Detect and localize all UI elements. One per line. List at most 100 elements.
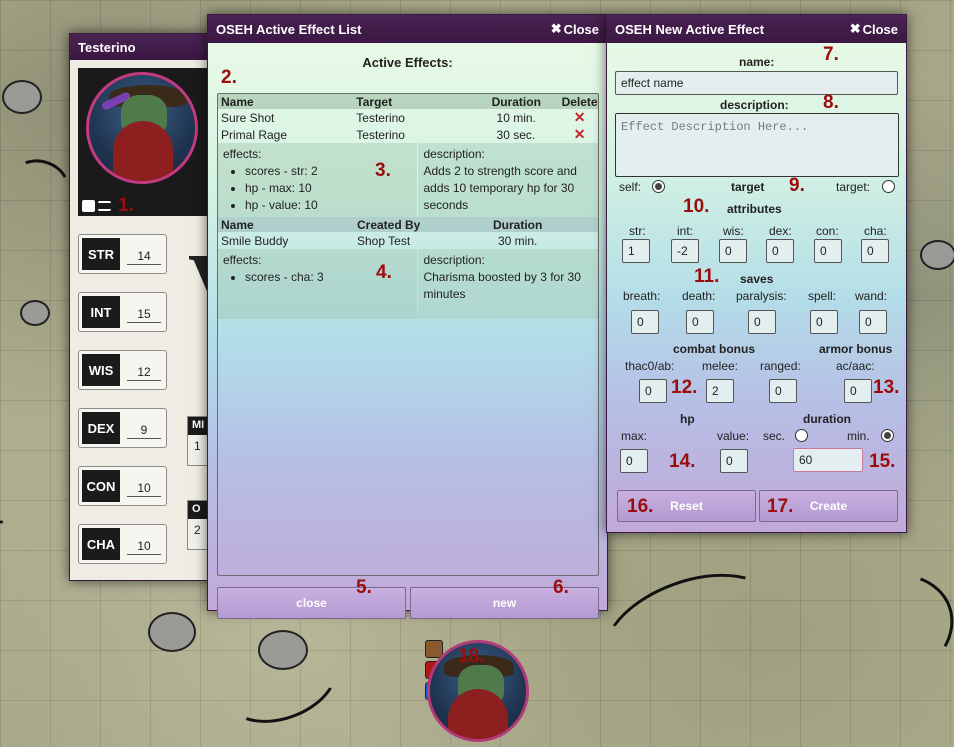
annotation-16: 16. — [627, 496, 654, 517]
annotation-13: 13. — [873, 377, 900, 398]
new-button[interactable]: new — [410, 587, 599, 619]
sheet-header[interactable]: Testerino — [70, 34, 218, 60]
delete-x-icon[interactable]: ✕ — [561, 109, 598, 126]
stat-value[interactable]: 10 — [127, 533, 161, 555]
close-label: Close — [862, 21, 898, 37]
name-input[interactable]: effect name — [615, 71, 898, 95]
hp-heading: hp — [680, 412, 695, 426]
save-breath-input[interactable]: 0 — [631, 310, 659, 334]
list-window-header[interactable]: OSEH Active Effect List ✖ Close — [208, 15, 607, 43]
stat-value[interactable]: 9 — [127, 417, 161, 439]
attr-cha-input[interactable]: 0 — [861, 239, 889, 263]
effect-target: Testerino — [356, 127, 405, 142]
sec-radio[interactable] — [795, 429, 808, 442]
attr-label: wis: — [723, 224, 744, 238]
self-radio[interactable] — [652, 180, 665, 193]
annotation-14: 14. — [669, 451, 696, 472]
stat-dex: DEX 9 — [78, 408, 167, 448]
stat-wis: WIS 12 — [78, 350, 167, 390]
close-label: Close — [563, 21, 599, 37]
list-window-title: OSEH Active Effect List — [216, 21, 362, 37]
target-radio[interactable] — [882, 180, 895, 193]
list-window-close[interactable]: ✖ Close — [551, 21, 599, 37]
annotation-10: 10. — [683, 196, 710, 217]
combat-label: thac0/ab: — [625, 359, 675, 373]
close-icon: ✖ — [849, 21, 861, 36]
effect-description: description: Charisma boosted by 3 for 3… — [418, 249, 598, 319]
sec-label: sec. — [763, 429, 786, 443]
description-label: description: — [423, 253, 485, 267]
attr-dex-input[interactable]: 0 — [766, 239, 794, 263]
table-row[interactable]: Sure Shot Testerino 10 min. ✕ — [218, 109, 598, 126]
effect-target: Testerino — [356, 110, 405, 125]
annotation-3: 3. — [375, 160, 391, 181]
effect-duration: 30 sec. — [496, 127, 536, 142]
attr-str-input[interactable]: 1 — [622, 239, 650, 263]
annotation-15: 15. — [869, 451, 896, 472]
stat-value[interactable]: 12 — [127, 359, 161, 381]
min-radio[interactable] — [881, 429, 894, 442]
new-window-close[interactable]: ✖ Close — [850, 21, 898, 37]
attr-wis-input[interactable]: 0 — [719, 239, 747, 263]
effect-effects: effects: scores - cha: 3 — [218, 249, 418, 319]
stat-value[interactable]: 14 — [127, 243, 161, 265]
table-row[interactable]: Smile Buddy Shop Test 30 min. — [218, 232, 598, 249]
stat-label: WIS — [82, 354, 120, 386]
annotation-1: 1. — [118, 195, 134, 216]
table-row[interactable]: Primal Rage Testerino 30 sec. ✕ — [218, 126, 598, 143]
annotation-11: 11. — [694, 266, 720, 287]
stat-value[interactable]: 10 — [127, 475, 161, 497]
annotation-4: 4. — [376, 262, 392, 283]
description-text: Adds 2 to strength score and adds 10 tem… — [423, 164, 577, 212]
min-label: min. — [847, 429, 870, 443]
active-table-header: Name Target Duration Delete — [218, 94, 598, 109]
col-duration: Duration — [493, 217, 543, 232]
ranged-input[interactable]: 0 — [769, 379, 797, 403]
list-icon[interactable] — [98, 201, 111, 211]
active-effects-heading: Active Effects: — [362, 55, 453, 70]
saves-heading: saves — [740, 272, 774, 286]
annotation-17: 17. — [767, 496, 794, 517]
col-created-by: Created By — [357, 217, 421, 232]
hp-value-input[interactable]: 0 — [720, 449, 748, 473]
description-textarea[interactable]: Effect Description Here... — [615, 113, 899, 177]
hp-max-input[interactable]: 0 — [620, 449, 648, 473]
effect-item: hp - max: 10 — [245, 180, 412, 197]
new-window-header[interactable]: OSEH New Active Effect ✖ Close — [607, 15, 906, 43]
save-death-input[interactable]: 0 — [686, 310, 714, 334]
thac0-input[interactable]: 0 — [639, 379, 667, 403]
map-rock — [148, 612, 196, 652]
annotation-8: 8. — [823, 92, 839, 113]
duration-input[interactable]: 60 — [793, 448, 863, 472]
active-effect-list-window: OSEH Active Effect List ✖ Close Active E… — [207, 14, 608, 619]
target-heading: target — [731, 180, 765, 194]
target-label: target: — [836, 180, 871, 194]
armor-label: ac/aac: — [836, 359, 875, 373]
attr-int-input[interactable]: -2 — [671, 239, 699, 263]
col-name: Name — [221, 217, 254, 232]
attr-con-input[interactable]: 0 — [814, 239, 842, 263]
col-duration: Duration — [491, 94, 541, 109]
effects-table: Name Target Duration Delete Sure Shot Te… — [217, 93, 599, 576]
close-button[interactable]: close — [217, 587, 406, 619]
save-spell-input[interactable]: 0 — [810, 310, 838, 334]
annotation-9: 9. — [789, 175, 805, 196]
effect-item: hp - value: 10 — [245, 197, 412, 214]
stat-value[interactable]: 15 — [127, 301, 161, 323]
effect-detail: effects: scores - str: 2 hp - max: 10 hp… — [218, 143, 598, 217]
hp-label: value: — [717, 429, 750, 443]
duration-heading: duration — [803, 412, 851, 426]
character-portrait[interactable] — [86, 72, 198, 184]
ac-input[interactable]: 0 — [844, 379, 872, 403]
delete-x-icon[interactable]: ✕ — [561, 126, 598, 143]
description-label: description: — [720, 98, 789, 112]
notes-icon[interactable] — [82, 200, 95, 212]
save-wand-input[interactable]: 0 — [859, 310, 887, 334]
attr-label: con: — [816, 224, 839, 238]
save-paralysis-input[interactable]: 0 — [748, 310, 776, 334]
effect-description: description: Adds 2 to strength score an… — [418, 143, 598, 217]
stat-cha: CHA 10 — [78, 524, 167, 564]
close-icon: ✖ — [550, 21, 562, 36]
attr-label: int: — [677, 224, 694, 238]
melee-input[interactable]: 2 — [706, 379, 734, 403]
